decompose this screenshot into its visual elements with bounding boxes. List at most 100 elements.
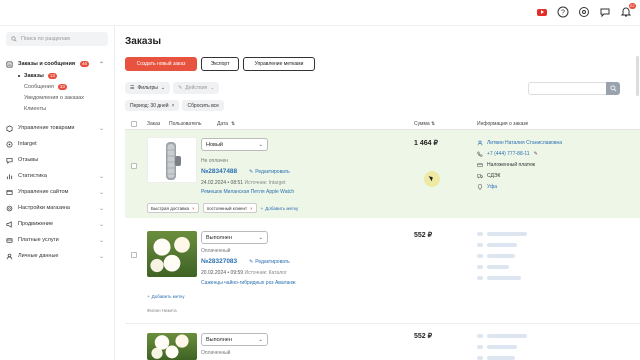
sidebar-search-placeholder: Поиск по разделам bbox=[21, 36, 70, 42]
youtube-icon[interactable] bbox=[536, 6, 548, 18]
order-number-link[interactable]: №28327083 bbox=[201, 258, 237, 265]
chevron-down-icon: ⌄ bbox=[98, 205, 104, 212]
sidebar-item-stats[interactable]: Статистика ⌄ bbox=[6, 168, 108, 184]
customer-name[interactable]: Литвин Наталия Станиславовна bbox=[487, 140, 562, 146]
close-icon[interactable]: × bbox=[192, 206, 195, 211]
order-search-button[interactable] bbox=[606, 82, 620, 95]
box-icon bbox=[6, 124, 13, 132]
customer-name-row[interactable]: Литвин Наталия Станиславовна bbox=[477, 139, 562, 146]
sidebar-item-paid[interactable]: Платные услуги ⌄ bbox=[6, 232, 108, 248]
search-icon bbox=[609, 85, 616, 92]
row-checkbox[interactable] bbox=[131, 163, 137, 169]
edit-order-link[interactable]: ✎ Редактировать bbox=[249, 169, 290, 175]
city-row[interactable]: Уфа bbox=[477, 183, 562, 190]
customer-phone-row[interactable]: +7 (444) 777-88-11 ✎ bbox=[477, 150, 562, 157]
sidebar-subitem-messages[interactable]: Сообщения 33 bbox=[6, 81, 108, 92]
chevron-down-icon: ⌄ bbox=[98, 189, 104, 196]
sidebar-item-label: Отзывы bbox=[18, 157, 39, 163]
truck-icon bbox=[477, 173, 483, 178]
chevron-down-icon: ⌄ bbox=[98, 221, 104, 228]
sidebar-item-label: Управление сайтом bbox=[18, 189, 69, 195]
top-bar: ? 22 bbox=[0, 0, 640, 26]
sidebar-section-orders-label: Заказы и сообщения bbox=[18, 61, 76, 67]
close-icon[interactable]: × bbox=[250, 206, 253, 211]
order-number-link[interactable]: №28347488 bbox=[201, 168, 237, 175]
order-datetime: 20.02.2024 • 09:59 bbox=[201, 270, 244, 276]
sidebar-subitem-orders[interactable]: Заказы 13 bbox=[6, 70, 108, 81]
close-icon[interactable]: × bbox=[172, 103, 175, 109]
add-tag-button[interactable]: + Добавить метку bbox=[147, 294, 185, 299]
order-datetime: 24.02.2024 • 08:51 bbox=[201, 180, 244, 186]
plus-icon: + bbox=[147, 294, 150, 299]
product-name-link[interactable]: Саженцы чайно-гибридных роз Аваланж bbox=[201, 280, 296, 286]
edit-label: Редактировать bbox=[255, 169, 290, 175]
header-date[interactable]: Дата bbox=[217, 121, 228, 127]
sidebar-search[interactable]: Поиск по разделам bbox=[6, 32, 108, 46]
top-icons: ? 22 bbox=[536, 3, 636, 18]
help-icon[interactable]: ? bbox=[557, 6, 569, 18]
edit-icon[interactable]: ✎ bbox=[534, 151, 538, 157]
chat-icon[interactable] bbox=[599, 6, 611, 18]
filter-icon: ☰ bbox=[130, 85, 135, 91]
chevron-down-icon: ⌄ bbox=[210, 85, 215, 91]
product-image-watch-strap[interactable] bbox=[147, 137, 197, 183]
subitem-badge: 33 bbox=[57, 83, 67, 90]
chevron-down-icon: ⌄ bbox=[160, 85, 166, 91]
sidebar-item-promo[interactable]: Продвижение ⌄ bbox=[6, 216, 108, 232]
select-all-checkbox[interactable] bbox=[131, 121, 137, 127]
filter-bar: ☰ Фильтры ⌄ ✎ Действия ⌄ bbox=[125, 82, 220, 94]
sidebar-section-orders[interactable]: Заказы и сообщения 46 ⌃ bbox=[6, 58, 108, 70]
add-tag-button[interactable]: + Добавить метку bbox=[261, 206, 299, 211]
edit-order-link[interactable]: ✎ Редактировать bbox=[249, 259, 290, 265]
settings-icon[interactable] bbox=[578, 6, 590, 18]
reset-filters-button[interactable]: Сбросить все bbox=[182, 100, 224, 111]
sort-icon[interactable]: ⇅ bbox=[431, 121, 435, 127]
sidebar-subitem-notifications[interactable]: Уведомления о заказах bbox=[6, 92, 108, 103]
sidebar-subitem-label: Клиенты bbox=[24, 105, 47, 112]
manage-tags-button[interactable]: Управление метками bbox=[243, 57, 315, 71]
tag-chip[interactable]: постоянный клиент × bbox=[202, 203, 257, 213]
tag-label: Быстрая доставка bbox=[151, 205, 190, 211]
order-meta: 24.02.2024 • 08:51 Источник: Intarget bbox=[201, 180, 286, 186]
payment-status: Не оплачен bbox=[201, 158, 229, 164]
status-select[interactable]: Выполнен ⌄ bbox=[201, 333, 268, 346]
subitem-badge: 13 bbox=[47, 72, 57, 79]
payment-card-icon bbox=[477, 162, 483, 167]
sidebar-item-personal[interactable]: Личные данные ⌄ bbox=[6, 248, 108, 264]
status-select[interactable]: Выполнен ⌄ bbox=[201, 231, 268, 244]
order-source: Источник: Intarget bbox=[244, 180, 286, 186]
sort-icon[interactable]: ⇅ bbox=[231, 121, 235, 127]
customer-phone[interactable]: +7 (444) 777-88-11 bbox=[487, 151, 530, 157]
create-order-button[interactable]: Создать новый заказ bbox=[125, 57, 197, 71]
bell-icon[interactable]: 22 bbox=[620, 3, 636, 18]
stats-icon bbox=[6, 173, 13, 180]
actions-icon: ✎ bbox=[178, 85, 183, 91]
chevron-down-icon: ⌄ bbox=[98, 173, 104, 180]
row-checkbox[interactable] bbox=[131, 252, 137, 258]
customer-city[interactable]: Уфа bbox=[487, 184, 497, 190]
order-sum: 552 ₽ bbox=[414, 232, 433, 239]
tag-label: постоянный клиент bbox=[206, 205, 248, 211]
actions-dropdown[interactable]: ✎ Действия ⌄ bbox=[173, 82, 220, 94]
order-search-input[interactable] bbox=[528, 82, 608, 95]
sidebar-item-intarget[interactable]: Intarget bbox=[6, 136, 108, 152]
export-button[interactable]: Экспорт bbox=[201, 57, 239, 71]
product-image-roses[interactable] bbox=[147, 231, 197, 277]
payment-status: Оплаченный bbox=[201, 350, 231, 356]
sidebar-item-store-settings[interactable]: Настройки магазина ⌄ bbox=[6, 200, 108, 216]
tag-chip[interactable]: Быстрая доставка × bbox=[147, 203, 199, 213]
header-sum[interactable]: Сумма bbox=[414, 121, 430, 127]
product-image-roses[interactable] bbox=[147, 333, 197, 360]
status-select[interactable]: Новый ⌄ bbox=[201, 138, 268, 151]
sidebar-item-products[interactable]: Управление товарами ⌄ bbox=[6, 120, 108, 136]
filters-dropdown[interactable]: ☰ Фильтры ⌄ bbox=[125, 82, 171, 94]
sidebar-item-label: Платные услуги bbox=[18, 237, 59, 243]
product-name-link[interactable]: Ремешок Миланская Петля Apple Watch bbox=[201, 189, 294, 195]
location-pin-icon bbox=[477, 183, 483, 190]
scrollbar[interactable] bbox=[636, 56, 639, 96]
sidebar-item-reviews[interactable]: Отзывы bbox=[6, 152, 108, 168]
period-chip[interactable]: Период: 30 дней × bbox=[125, 100, 180, 111]
sidebar-subitem-clients[interactable]: Клиенты bbox=[6, 103, 108, 114]
add-tag-label: Добавить метку bbox=[151, 294, 185, 299]
sidebar-item-site[interactable]: Управление сайтом ⌄ bbox=[6, 184, 108, 200]
